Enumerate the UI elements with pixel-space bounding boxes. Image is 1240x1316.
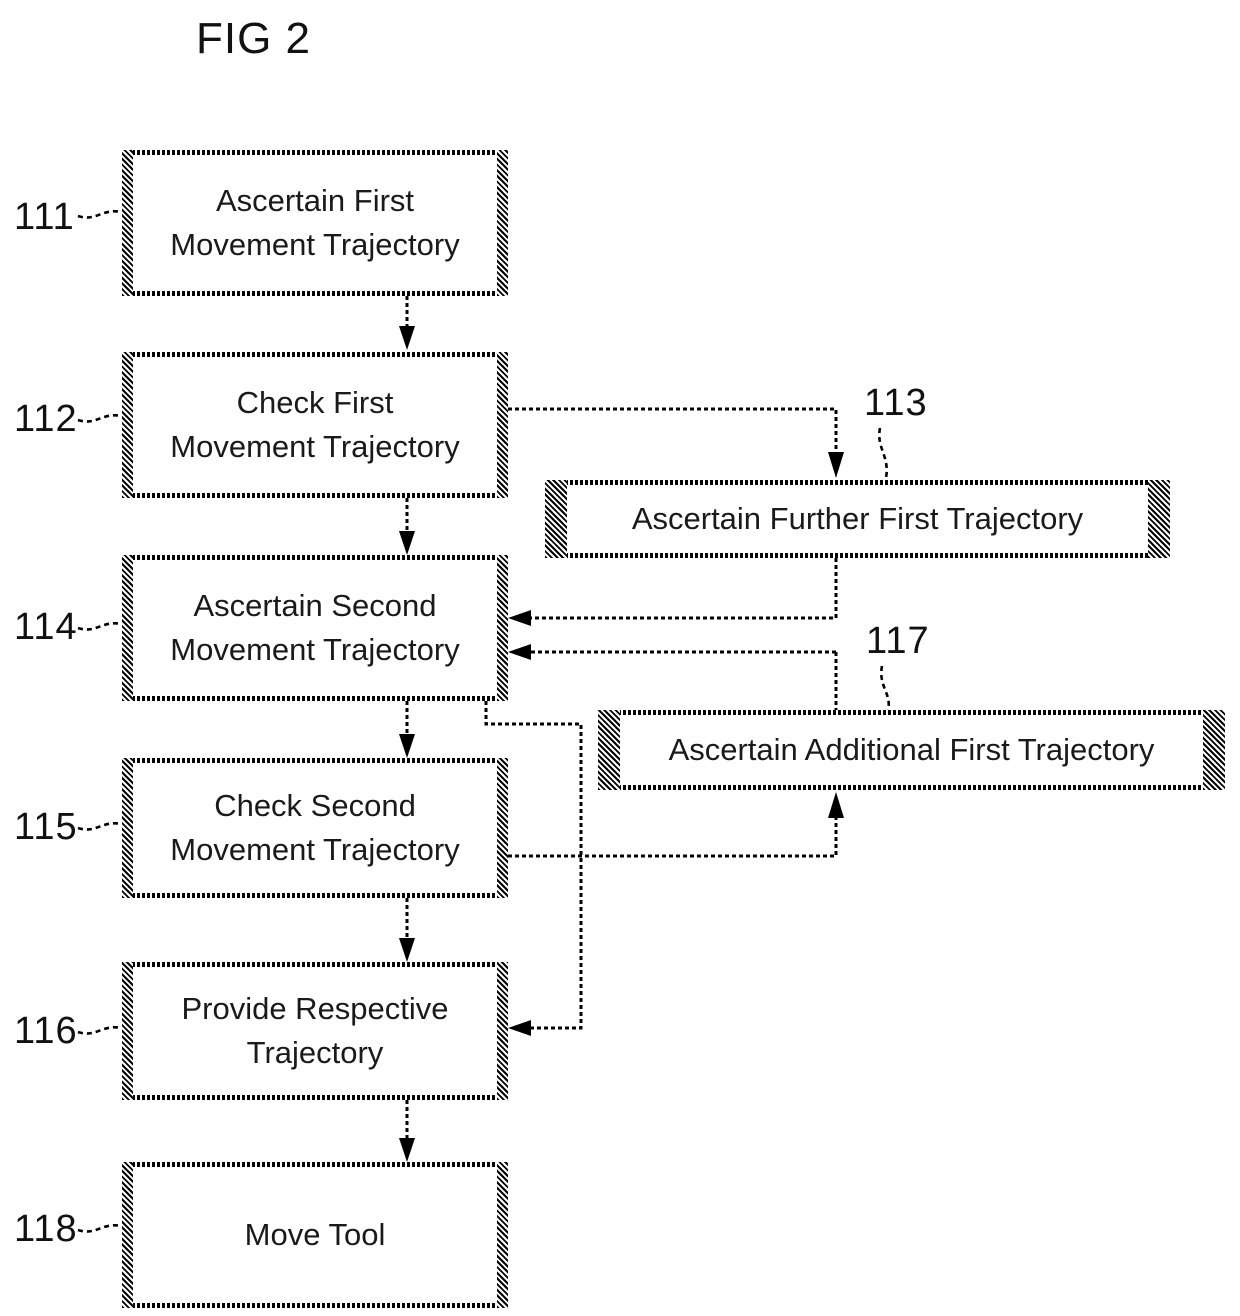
box-border-left (122, 555, 133, 701)
box-border-bottom (122, 1303, 508, 1308)
box-border-top (545, 480, 1170, 485)
step-112-check-first-movement-trajectory: Check First Movement Trajectory (122, 352, 508, 498)
connector-113-to-114 (528, 558, 838, 620)
box-border-top (122, 352, 508, 357)
box-border-right (497, 150, 508, 296)
arrowhead-114-to-115 (399, 734, 415, 758)
box-border-top (122, 1162, 508, 1167)
box-border-left (122, 962, 133, 1100)
step-113-label: Ascertain Further First Trajectory (631, 500, 1084, 536)
connector-112-to-113 (508, 407, 838, 455)
step-114-label: Ascertain Second Movement Trajectory (170, 587, 460, 667)
step-117-label: Ascertain Additional First Trajectory (668, 731, 1155, 767)
box-border-left (545, 480, 567, 558)
box-border-right (1148, 480, 1170, 558)
box-border-right (497, 352, 508, 498)
step-113-ascertain-further-first-trajectory: Ascertain Further First Trajectory (545, 480, 1170, 558)
box-border-bottom (122, 893, 508, 898)
box-border-right (497, 1162, 508, 1308)
arrowhead-114-to-116 (508, 1020, 531, 1036)
reference-numeral-114: 114 (14, 606, 78, 648)
step-118-move-tool: Move Tool (122, 1162, 508, 1308)
box-border-bottom (545, 553, 1170, 558)
box-border-bottom (122, 1095, 508, 1100)
leader-line-113 (877, 427, 889, 479)
reference-numeral-116: 116 (14, 1010, 78, 1052)
arrowhead-112-to-113 (828, 452, 844, 478)
step-115-check-second-movement-trajectory: Check Second Movement Trajectory (122, 758, 508, 898)
box-border-bottom (598, 785, 1225, 790)
figure-canvas: FIG 2 Ascertain First Movement Trajector… (0, 0, 1240, 1316)
box-border-right (497, 962, 508, 1100)
step-118-label: Move Tool (244, 1216, 386, 1252)
arrowhead-112-to-114 (399, 531, 415, 555)
step-112-label: Check First Movement Trajectory (170, 384, 460, 464)
step-116-provide-respective-trajectory: Provide Respective Trajectory (122, 962, 508, 1100)
box-border-left (122, 758, 133, 898)
box-border-top (598, 710, 1225, 715)
arrowhead-111-to-112 (399, 326, 415, 350)
step-111-label: Ascertain First Movement Trajectory (170, 182, 460, 262)
box-border-bottom (122, 493, 508, 498)
box-border-left (598, 710, 620, 790)
step-114-ascertain-second-movement-trajectory: Ascertain Second Movement Trajectory (122, 555, 508, 701)
box-border-top (122, 758, 508, 763)
box-border-bottom (122, 291, 508, 296)
reference-numeral-111: 111 (14, 196, 75, 238)
leader-line-116 (77, 1025, 123, 1035)
step-116-label: Provide Respective Trajectory (181, 990, 449, 1070)
reference-numeral-118: 118 (14, 1208, 78, 1250)
box-border-left (122, 352, 133, 498)
reference-numeral-112: 112 (14, 398, 78, 440)
step-111-ascertain-first-movement-trajectory: Ascertain First Movement Trajectory (122, 150, 508, 296)
arrowhead-115-to-117 (828, 792, 844, 818)
step-115-label: Check Second Movement Trajectory (170, 787, 460, 867)
leader-line-111 (77, 209, 123, 219)
box-border-right (497, 758, 508, 898)
box-border-left (122, 1162, 133, 1308)
box-border-right (1203, 710, 1225, 790)
box-border-right (497, 555, 508, 701)
leader-line-115 (77, 821, 123, 831)
box-border-top (122, 555, 508, 560)
step-117-ascertain-additional-first-trajectory: Ascertain Additional First Trajectory (598, 710, 1225, 790)
connector-115-to-117 (508, 815, 838, 858)
arrowhead-115-to-116 (399, 938, 415, 962)
arrowhead-117-to-114 (508, 644, 531, 660)
reference-numeral-115: 115 (14, 806, 78, 848)
figure-title: FIG 2 (196, 14, 312, 63)
box-border-bottom (122, 696, 508, 701)
leader-line-117 (879, 665, 891, 711)
arrowhead-116-to-118 (399, 1138, 415, 1162)
leader-line-114 (77, 621, 123, 631)
leader-line-118 (77, 1223, 123, 1233)
box-border-top (122, 962, 508, 967)
arrowhead-113-to-114 (508, 610, 531, 626)
reference-numeral-117: 117 (866, 620, 930, 662)
reference-numeral-113: 113 (864, 382, 928, 424)
box-border-top (122, 150, 508, 155)
box-border-left (122, 150, 133, 296)
leader-line-112 (77, 413, 123, 423)
